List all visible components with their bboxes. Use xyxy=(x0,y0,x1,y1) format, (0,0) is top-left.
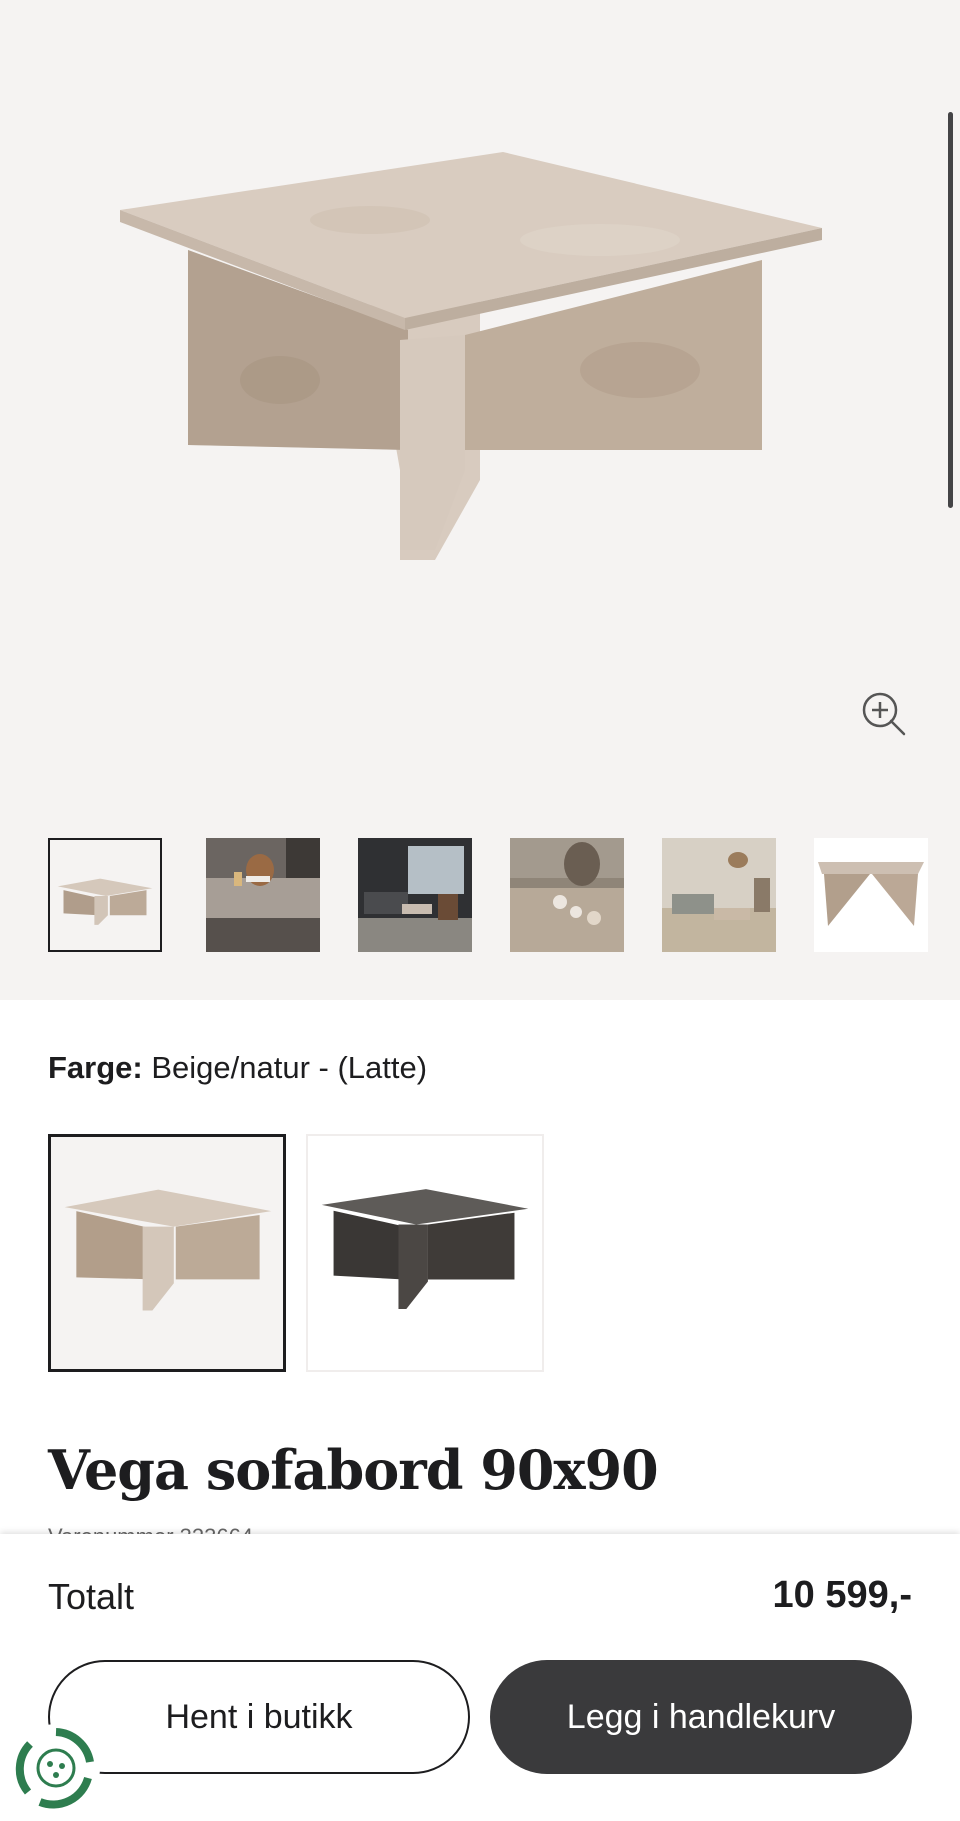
product-gallery xyxy=(0,0,960,1000)
thumbnail-3[interactable] xyxy=(358,838,472,952)
recycle-badge-icon[interactable] xyxy=(10,1722,102,1814)
color-selection-line: Farge: Beige/natur - (Latte) xyxy=(48,1050,427,1086)
color-swatch-dark[interactable] xyxy=(306,1134,544,1372)
gallery-scrollbar[interactable] xyxy=(948,112,953,508)
add-to-cart-button[interactable]: Legg i handlekurv xyxy=(490,1660,912,1774)
pickup-in-store-button[interactable]: Hent i butikk xyxy=(48,1660,470,1774)
thumbnail-6[interactable] xyxy=(814,838,928,952)
thumbnail-2[interactable] xyxy=(206,838,320,952)
thumbnail-4[interactable] xyxy=(510,838,624,952)
zoom-in-icon[interactable] xyxy=(858,688,910,740)
color-swatch-beige[interactable] xyxy=(48,1134,286,1372)
product-title: Vega sofabord 90x90 xyxy=(48,1438,659,1502)
total-label: Totalt xyxy=(48,1576,135,1617)
main-product-image[interactable] xyxy=(120,140,840,570)
color-label: Farge: xyxy=(48,1050,143,1085)
color-value: Beige/natur - (Latte) xyxy=(151,1050,428,1085)
thumbnail-5[interactable] xyxy=(662,838,776,952)
total-price: 10 599,- xyxy=(772,1574,912,1616)
thumbnail-strip xyxy=(48,838,928,952)
sticky-purchase-bar: Totalt 10 599,- Hent i butikk Legg i han… xyxy=(0,1534,960,1821)
thumbnail-1[interactable] xyxy=(48,838,162,952)
